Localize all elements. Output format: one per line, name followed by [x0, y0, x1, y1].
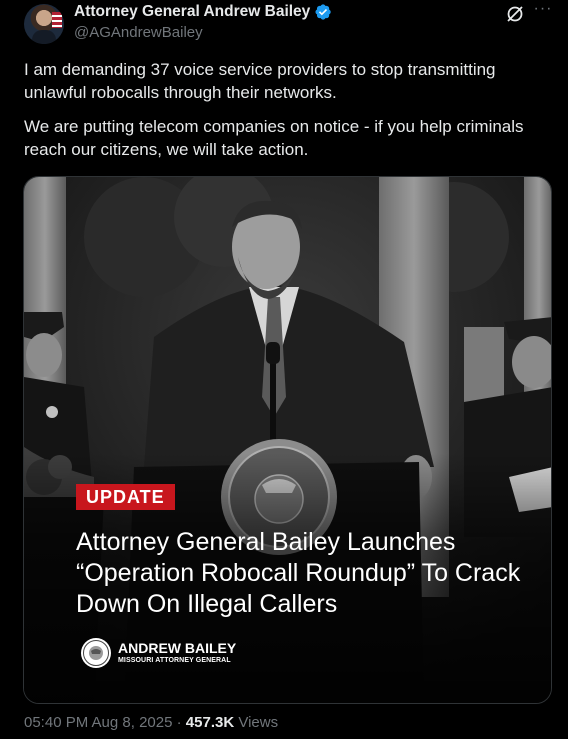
avatar[interactable]: [24, 4, 64, 44]
brand-logo: ANDREW BAILEY MISSOURI ATTORNEY GENERAL: [80, 637, 236, 669]
tweet-media-image[interactable]: UPDATE Attorney General Bailey Launches …: [23, 176, 552, 704]
tweet-meta: 05:40 PM Aug 8, 2025 · 457.3K Views: [24, 714, 278, 731]
grok-icon[interactable]: [505, 4, 525, 24]
tweet-paragraph: We are putting telecom companies on noti…: [24, 117, 524, 159]
media-headline: Attorney General Bailey Launches “Operat…: [76, 528, 521, 618]
missouri-seal-icon: [81, 638, 111, 668]
tweet-paragraph: I am demanding 37 voice service provider…: [24, 60, 496, 102]
avatar-suit: [32, 30, 56, 44]
tweet-card[interactable]: Attorney General Andrew Bailey @AGAndrew…: [0, 0, 568, 739]
meta-separator: ·: [176, 714, 182, 731]
tweet-text: I am demanding 37 voice service provider…: [24, 58, 549, 172]
views-count[interactable]: 457.3K: [186, 714, 234, 731]
brand-text: ANDREW BAILEY MISSOURI ATTORNEY GENERAL: [118, 641, 236, 665]
verified-badge-icon: [315, 4, 332, 20]
update-badge: UPDATE: [76, 484, 175, 510]
views-label: Views: [238, 714, 279, 731]
timestamp[interactable]: 05:40 PM Aug 8, 2025: [24, 714, 172, 731]
brand-name: ANDREW BAILEY: [118, 640, 237, 656]
brand-subtitle: MISSOURI ATTORNEY GENERAL: [118, 657, 231, 664]
author-handle[interactable]: @AGAndrewBailey: [74, 24, 203, 41]
flag-icon: [52, 12, 62, 28]
author-name-row[interactable]: Attorney General Andrew Bailey: [74, 3, 332, 21]
author-display-name[interactable]: Attorney General Andrew Bailey: [74, 3, 310, 21]
more-options-icon[interactable]: ···: [533, 1, 553, 22]
